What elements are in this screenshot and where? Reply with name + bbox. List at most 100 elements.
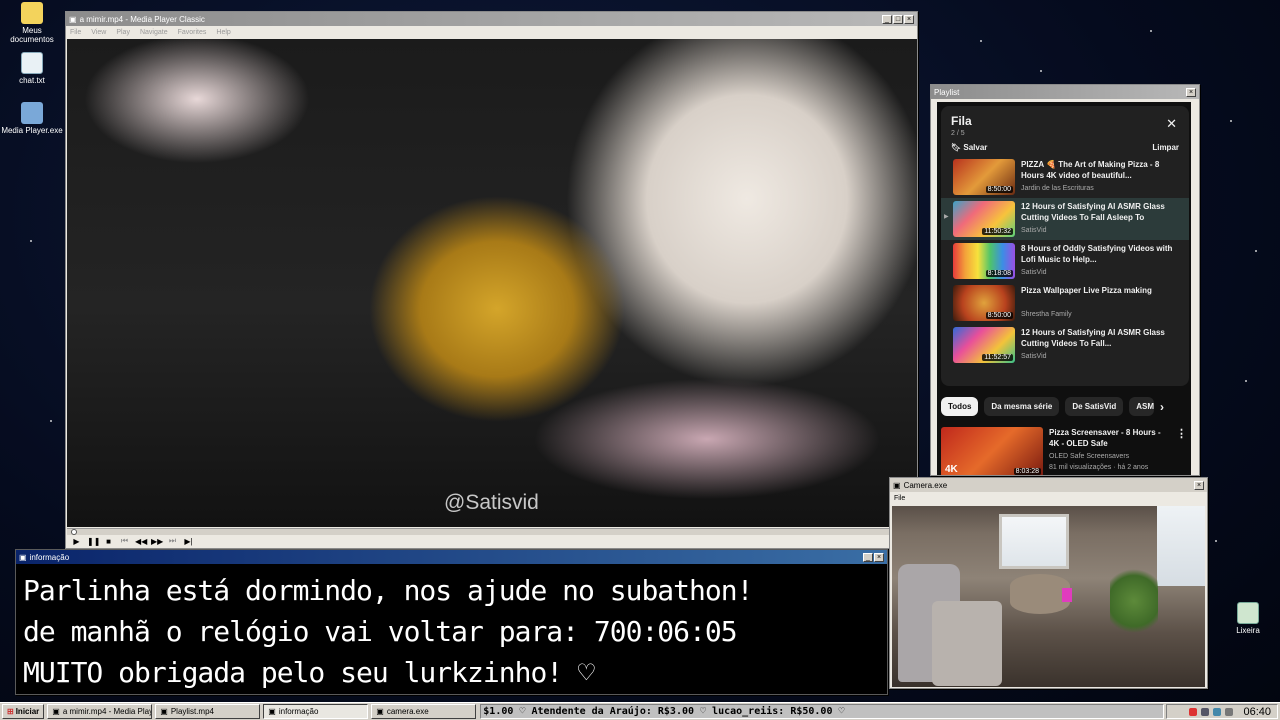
camera-feed [892, 506, 1205, 687]
video-thumbnail: 8:50:00 [953, 159, 1015, 195]
menu-file[interactable]: File [70, 29, 81, 36]
close-button[interactable]: × [874, 552, 884, 562]
pause-icon[interactable]: ❚❚ [87, 537, 100, 546]
menu-file[interactable]: File [894, 495, 905, 502]
tray-icon[interactable] [1201, 707, 1210, 716]
desktop-icon-media-player[interactable]: Media Player.exe [0, 102, 64, 135]
video-thumbnail: 4K 8:03:28 [941, 427, 1043, 475]
text-file-icon [21, 52, 43, 74]
menu-navigate[interactable]: Navigate [140, 29, 168, 36]
chip-todos[interactable]: Todos [941, 397, 979, 416]
camera-window[interactable]: ▣ Camera.exe × File [889, 477, 1208, 689]
menu-play[interactable]: Play [116, 29, 130, 36]
system-tray: 06:40 [1166, 704, 1278, 719]
queue-item[interactable]: 11:52:57 12 Hours of Satisfying AI ASMR … [941, 324, 1189, 366]
queue-item-channel: SatisVid [1021, 227, 1047, 234]
video-frame[interactable]: @Satisvid [67, 39, 917, 527]
queue-item-channel: SatisVid [1021, 269, 1047, 276]
tray-icon[interactable] [1225, 707, 1234, 716]
task-label: a mimir.mp4 - Media Playe... [62, 707, 153, 716]
tray-icon[interactable] [1213, 707, 1222, 716]
menu-bar: File View Play Navigate Favorites Help [66, 26, 917, 38]
task-camera[interactable]: ▣ camera.exe [371, 704, 477, 719]
rewind-icon[interactable]: ◀◀ [135, 537, 147, 546]
task-media-player[interactable]: ▣a mimir.mp4 - Media Playe... [47, 704, 153, 719]
playback-controls: ▶ ❚❚ ■ ⏮ ◀◀ ▶▶ ⏭ ▶| 🔊 [67, 534, 917, 548]
fast-forward-icon[interactable]: ▶▶ [151, 537, 163, 546]
chevron-right-icon[interactable]: › [1160, 400, 1164, 414]
chip-from-channel[interactable]: De SatisVid [1065, 397, 1124, 416]
playlist-titlebar[interactable]: Playlist × [931, 85, 1199, 99]
app-icon: ▣ [268, 707, 276, 716]
minimize-button[interactable]: _ [882, 14, 892, 24]
queue-item[interactable]: 8:50:00 PIZZA 🍕 The Art of Making Pizza … [941, 156, 1189, 198]
info-titlebar[interactable]: ▣ informação _ × [16, 550, 887, 564]
youtube-panel: Fila 2 / 5 ✕ 🔖︎ Salvar Limpar 8:50:00 PI… [937, 102, 1191, 475]
info-line: MUITO obrigada pelo seu lurkzinho! ♡ [23, 656, 595, 689]
save-button[interactable]: 🔖︎ Salvar [951, 143, 987, 152]
task-info[interactable]: ▣ informação [263, 704, 369, 719]
desktop-icon-documents[interactable]: Meus documentos [0, 2, 64, 44]
queue-item-channel: Shrestha Family [1021, 311, 1072, 318]
chip-asmr[interactable]: ASM [1129, 397, 1154, 416]
save-label: Salvar [963, 143, 988, 152]
duration-badge: 8:50:00 [985, 186, 1013, 193]
video-thumbnail: 11:52:57 [953, 327, 1015, 363]
minimize-button[interactable]: _ [863, 552, 873, 562]
menu-help[interactable]: Help [216, 29, 230, 36]
info-window[interactable]: ▣ informação _ × Parlinha está dormindo,… [15, 549, 888, 695]
queue-item-current[interactable]: ▶ 11:50:32 12 Hours of Satisfying AI ASM… [941, 198, 1189, 240]
menu-view[interactable]: View [91, 29, 106, 36]
play-icon[interactable]: ▶ [71, 537, 82, 546]
app-icon: ▣ [52, 707, 60, 716]
desktop-icon-recycle-bin[interactable]: Lixeira [1216, 602, 1280, 635]
camera-titlebar[interactable]: ▣ Camera.exe × [890, 478, 1207, 492]
queue-item[interactable]: 8:18:08 8 Hours of Oddly Satisfying Vide… [941, 240, 1189, 282]
video-thumbnail: 8:18:08 [953, 243, 1015, 279]
close-button[interactable]: × [1194, 480, 1204, 490]
bookmark-icon: 🔖︎ [951, 143, 962, 152]
clear-button[interactable]: Limpar [1152, 143, 1179, 152]
window-title: Camera.exe [903, 480, 948, 490]
start-label: Iniciar [15, 707, 40, 716]
queue-item[interactable]: 8:50:00 Pizza Wallpaper Live Pizza makin… [941, 282, 1189, 324]
task-label: informação [278, 707, 319, 716]
window-title: a mimir.mp4 - Media Player Classic [79, 14, 205, 24]
now-playing-icon: ▶ [944, 214, 949, 220]
close-icon[interactable]: ✕ [1166, 116, 1177, 132]
app-icon: ▣ [893, 480, 901, 490]
skip-back-icon[interactable]: ⏮ [119, 536, 130, 546]
playlist-window[interactable]: Playlist × Fila 2 / 5 ✕ 🔖︎ Salvar Limpar… [930, 84, 1200, 476]
skip-forward-icon[interactable]: ⏭ [167, 536, 178, 546]
maximize-button[interactable]: □ [893, 14, 903, 24]
app-icon: ▣ [376, 707, 384, 716]
chip-same-series[interactable]: Da mesma série [984, 397, 1060, 416]
task-playlist[interactable]: ▣ Playlist.mp4 [155, 704, 261, 719]
desktop-icon-chat[interactable]: chat.txt [0, 52, 64, 85]
queue-item-title: 12 Hours of Satisfying AI ASMR Glass Cut… [1021, 328, 1165, 348]
close-button[interactable]: × [1186, 87, 1196, 97]
duration-badge: 8:18:08 [985, 270, 1013, 277]
taskbar: ⊞ Iniciar ▣a mimir.mp4 - Media Playe... … [0, 702, 1280, 720]
queue-count: 2 / 5 [951, 130, 965, 137]
frame-step-icon[interactable]: ▶| [183, 537, 194, 546]
recommended-stats: 81 mil visualizações · há 2 anos [1049, 464, 1149, 471]
windows-logo-icon: ⊞ [7, 707, 14, 716]
queue-panel: Fila 2 / 5 ✕ 🔖︎ Salvar Limpar 8:50:00 PI… [941, 106, 1189, 386]
tray-icon[interactable] [1189, 707, 1198, 716]
desktop-icon-label: Meus documentos [10, 26, 54, 44]
stop-icon[interactable]: ■ [103, 537, 114, 546]
task-label: Playlist.mp4 [170, 707, 214, 716]
menu-favorites[interactable]: Favorites [178, 29, 207, 36]
duration-badge: 11:50:32 [982, 228, 1013, 235]
recommended-video[interactable]: 4K 8:03:28 Pizza Screensaver - 8 Hours -… [941, 427, 1187, 475]
start-button[interactable]: ⊞ Iniciar [2, 704, 45, 719]
media-player-window[interactable]: ▣ a mimir.mp4 - Media Player Classic _ □… [65, 11, 918, 549]
close-button[interactable]: × [904, 14, 914, 24]
duration-badge: 8:03:28 [1013, 468, 1041, 475]
desktop-icon-label: Lixeira [1236, 626, 1260, 635]
more-options-icon[interactable]: ⋮ [1176, 427, 1187, 475]
recycle-bin-icon [1237, 602, 1259, 624]
media-player-titlebar[interactable]: ▣ a mimir.mp4 - Media Player Classic _ □… [66, 12, 917, 26]
desktop-icon-label: chat.txt [19, 76, 45, 85]
